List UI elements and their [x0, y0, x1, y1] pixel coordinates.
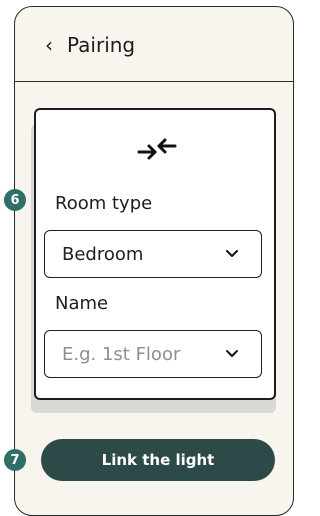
step-badge-6: 6	[4, 189, 26, 211]
pair-arrows-icon	[137, 138, 177, 160]
app-screen: ‹ Pairing Room type Bedroom Name E.g. 1s…	[14, 6, 294, 516]
link-the-light-button[interactable]: Link the light	[41, 439, 275, 481]
name-placeholder: E.g. 1st Floor	[62, 343, 181, 365]
room-type-value: Bedroom	[62, 243, 144, 265]
room-type-label: Room type	[55, 193, 153, 214]
step-badge-7: 7	[4, 449, 26, 471]
chevron-left-icon: ‹	[45, 33, 53, 57]
page-title: Pairing	[67, 33, 136, 57]
pairing-card: Room type Bedroom Name E.g. 1st Floor	[34, 108, 276, 400]
back-button[interactable]: ‹ Pairing	[41, 33, 135, 57]
name-label: Name	[55, 293, 109, 314]
name-input[interactable]: E.g. 1st Floor	[44, 330, 262, 378]
room-type-select[interactable]: Bedroom	[44, 230, 262, 278]
chevron-down-icon	[226, 350, 238, 357]
chevron-down-icon	[226, 250, 238, 257]
top-bar: ‹ Pairing	[15, 7, 293, 82]
